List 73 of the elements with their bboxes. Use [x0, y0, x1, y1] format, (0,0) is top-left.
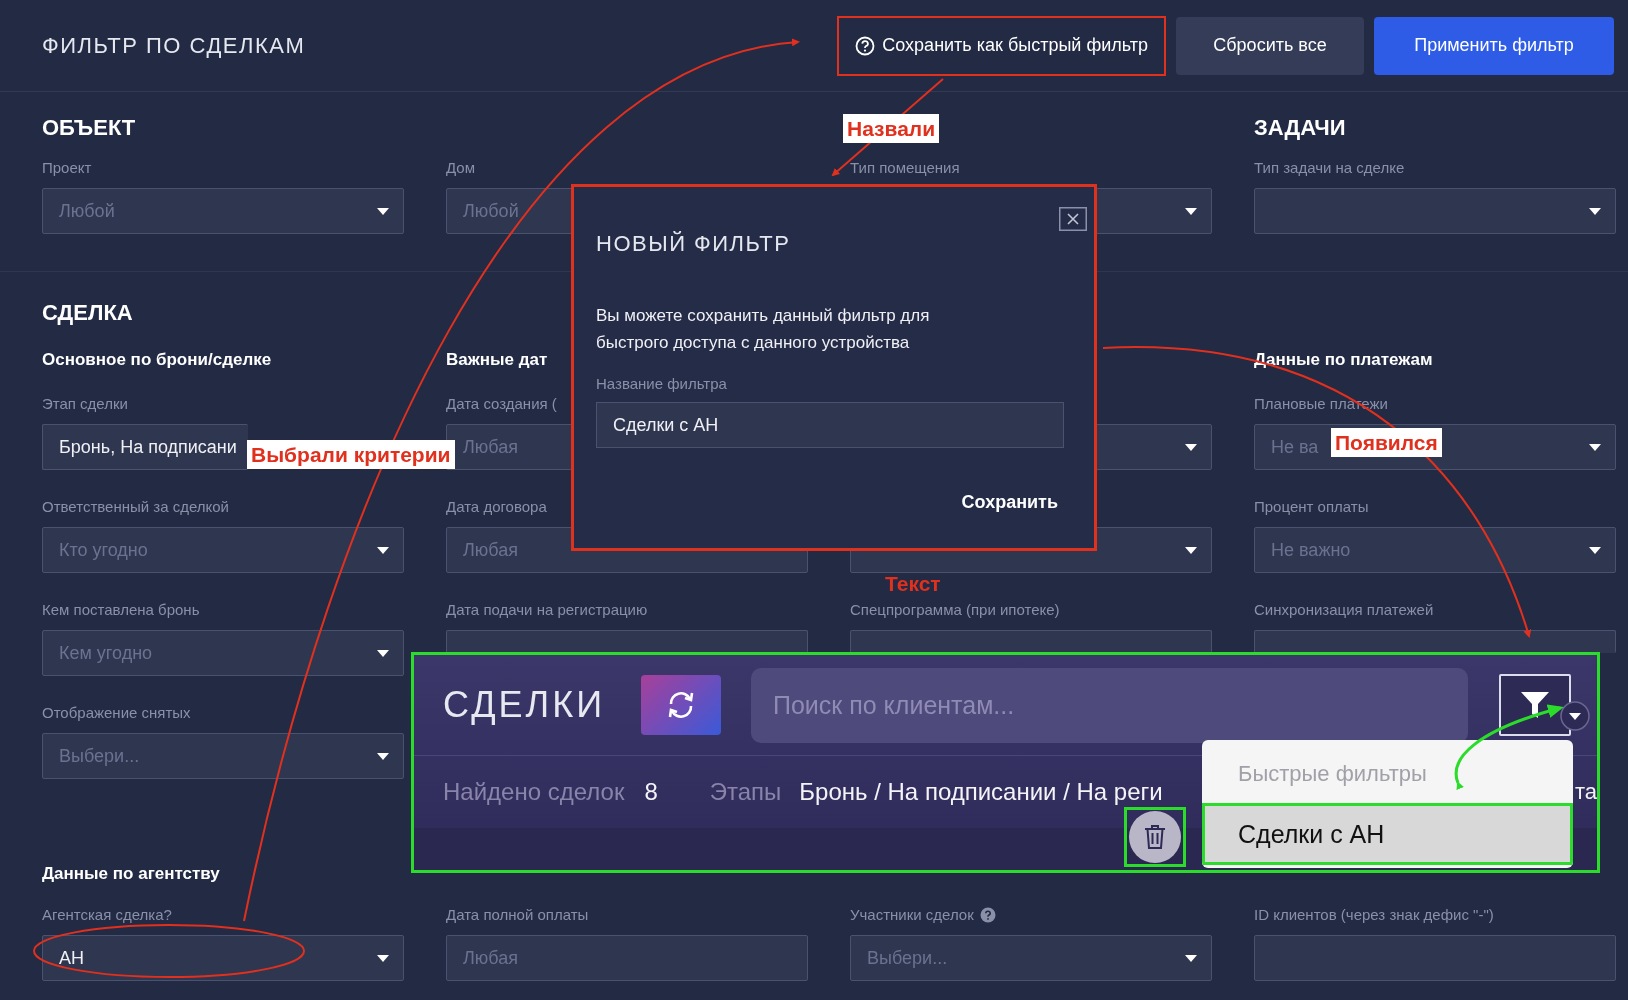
help-icon	[855, 35, 876, 56]
caret-icon	[1589, 444, 1601, 451]
trash-icon	[1144, 824, 1166, 850]
select-field[interactable]: АН	[42, 935, 404, 981]
stages-label: Этапы	[709, 778, 782, 806]
stages-value: Бронь / На подписании / На реги	[799, 778, 1163, 806]
annotation-label: Выбрали критерии	[247, 440, 455, 469]
caret-icon	[377, 208, 389, 215]
dialog-text: Вы можете сохранить данный фильтр для быстрого доступа с данного устройства	[596, 305, 931, 354]
group-title: Основное по брони/сделке	[42, 349, 273, 371]
field-label: Этап сделки	[42, 394, 128, 414]
input-field[interactable]	[446, 630, 808, 653]
annotation-label: Назвали	[843, 114, 940, 143]
input-field[interactable]: Бронь, На подписани	[42, 424, 248, 470]
field-label: Отображение снятых	[42, 703, 191, 723]
field-label: Дата полной оплаты	[446, 905, 589, 925]
section-title: ЗАДАЧИ	[1254, 116, 1347, 140]
select-field[interactable]	[1254, 188, 1616, 234]
found-count: 8	[644, 778, 658, 806]
refresh-button[interactable]	[641, 675, 721, 735]
found-label: Найдено сделок	[443, 778, 625, 806]
section-title: ОБЪЕКТ	[42, 116, 137, 140]
help-icon[interactable]	[979, 907, 996, 923]
save-button[interactable]: Сохранить	[961, 492, 1058, 513]
field-label: Дата договора	[446, 497, 547, 517]
caret-icon	[377, 650, 389, 657]
stages-value: та	[1574, 779, 1597, 805]
section-title: СДЕЛКА	[42, 301, 133, 325]
dialog-title: НОВЫЙ ФИЛЬТР	[596, 230, 792, 258]
caret-icon	[1185, 444, 1197, 451]
close-icon[interactable]	[1059, 207, 1087, 231]
field-label: Процент оплаты	[1254, 497, 1369, 517]
caret-icon	[1589, 208, 1601, 215]
funnel-icon	[1520, 691, 1550, 719]
field-label: Дата подачи на регистрацию	[446, 600, 648, 620]
caret-icon	[377, 753, 389, 760]
apply-button[interactable]: Применить фильтр	[1374, 16, 1614, 75]
field-label: Участники сделок	[850, 905, 974, 925]
annotation-label: Текст	[885, 571, 941, 597]
panel-title: СДЕЛКИ	[443, 684, 607, 726]
caret-icon[interactable]	[1560, 701, 1590, 731]
input-field[interactable]	[1254, 630, 1616, 653]
menu-item[interactable]: Сделки с АН	[1202, 803, 1573, 865]
input-field[interactable]	[850, 630, 1212, 653]
caret-icon	[1185, 955, 1197, 962]
group-title: Данные по агентству	[42, 863, 221, 885]
caret-icon	[1589, 547, 1601, 554]
search-field[interactable]: Поиск по клиентам...	[751, 667, 1468, 743]
field-label: Ответственный за сделкой	[42, 497, 229, 517]
caret-icon	[377, 955, 389, 962]
caret-icon	[1185, 547, 1197, 554]
group-title: Данные по платежам	[1254, 349, 1434, 371]
caret-icon	[1185, 208, 1197, 215]
field-label: Кем поставлена бронь	[42, 600, 200, 620]
group-title: Важные дат	[446, 349, 549, 371]
field-label: ID клиентов (через знак дефис "-")	[1254, 905, 1494, 925]
field-label: Дата создания (	[446, 394, 557, 414]
input-field[interactable]	[1254, 935, 1616, 981]
save-filter-button[interactable]: Сохранить как быстрый фильтр	[837, 15, 1166, 76]
page-title: ФИЛЬТР ПО СДЕЛКАМ	[42, 32, 307, 59]
field-label: Дом	[446, 158, 475, 178]
menu-heading: Быстрые фильтры	[1238, 760, 1427, 788]
field-label: Агентская сделка?	[42, 905, 172, 925]
field-label: Спецпрограмма (при ипотеке)	[850, 600, 1060, 620]
field-label: Проект	[42, 158, 92, 178]
field-label: Название фильтра	[596, 374, 728, 394]
field-label: Синхронизация платежей	[1254, 600, 1434, 620]
annotation-label: Появился	[1331, 428, 1442, 457]
field-label: Тип помещения	[850, 158, 960, 178]
field-label: Тип задачи на сделке	[1254, 158, 1405, 178]
reset-button[interactable]: Сбросить все	[1176, 16, 1364, 75]
name-field[interactable]: Сделки с АН	[596, 402, 1064, 448]
caret-icon	[377, 547, 389, 554]
